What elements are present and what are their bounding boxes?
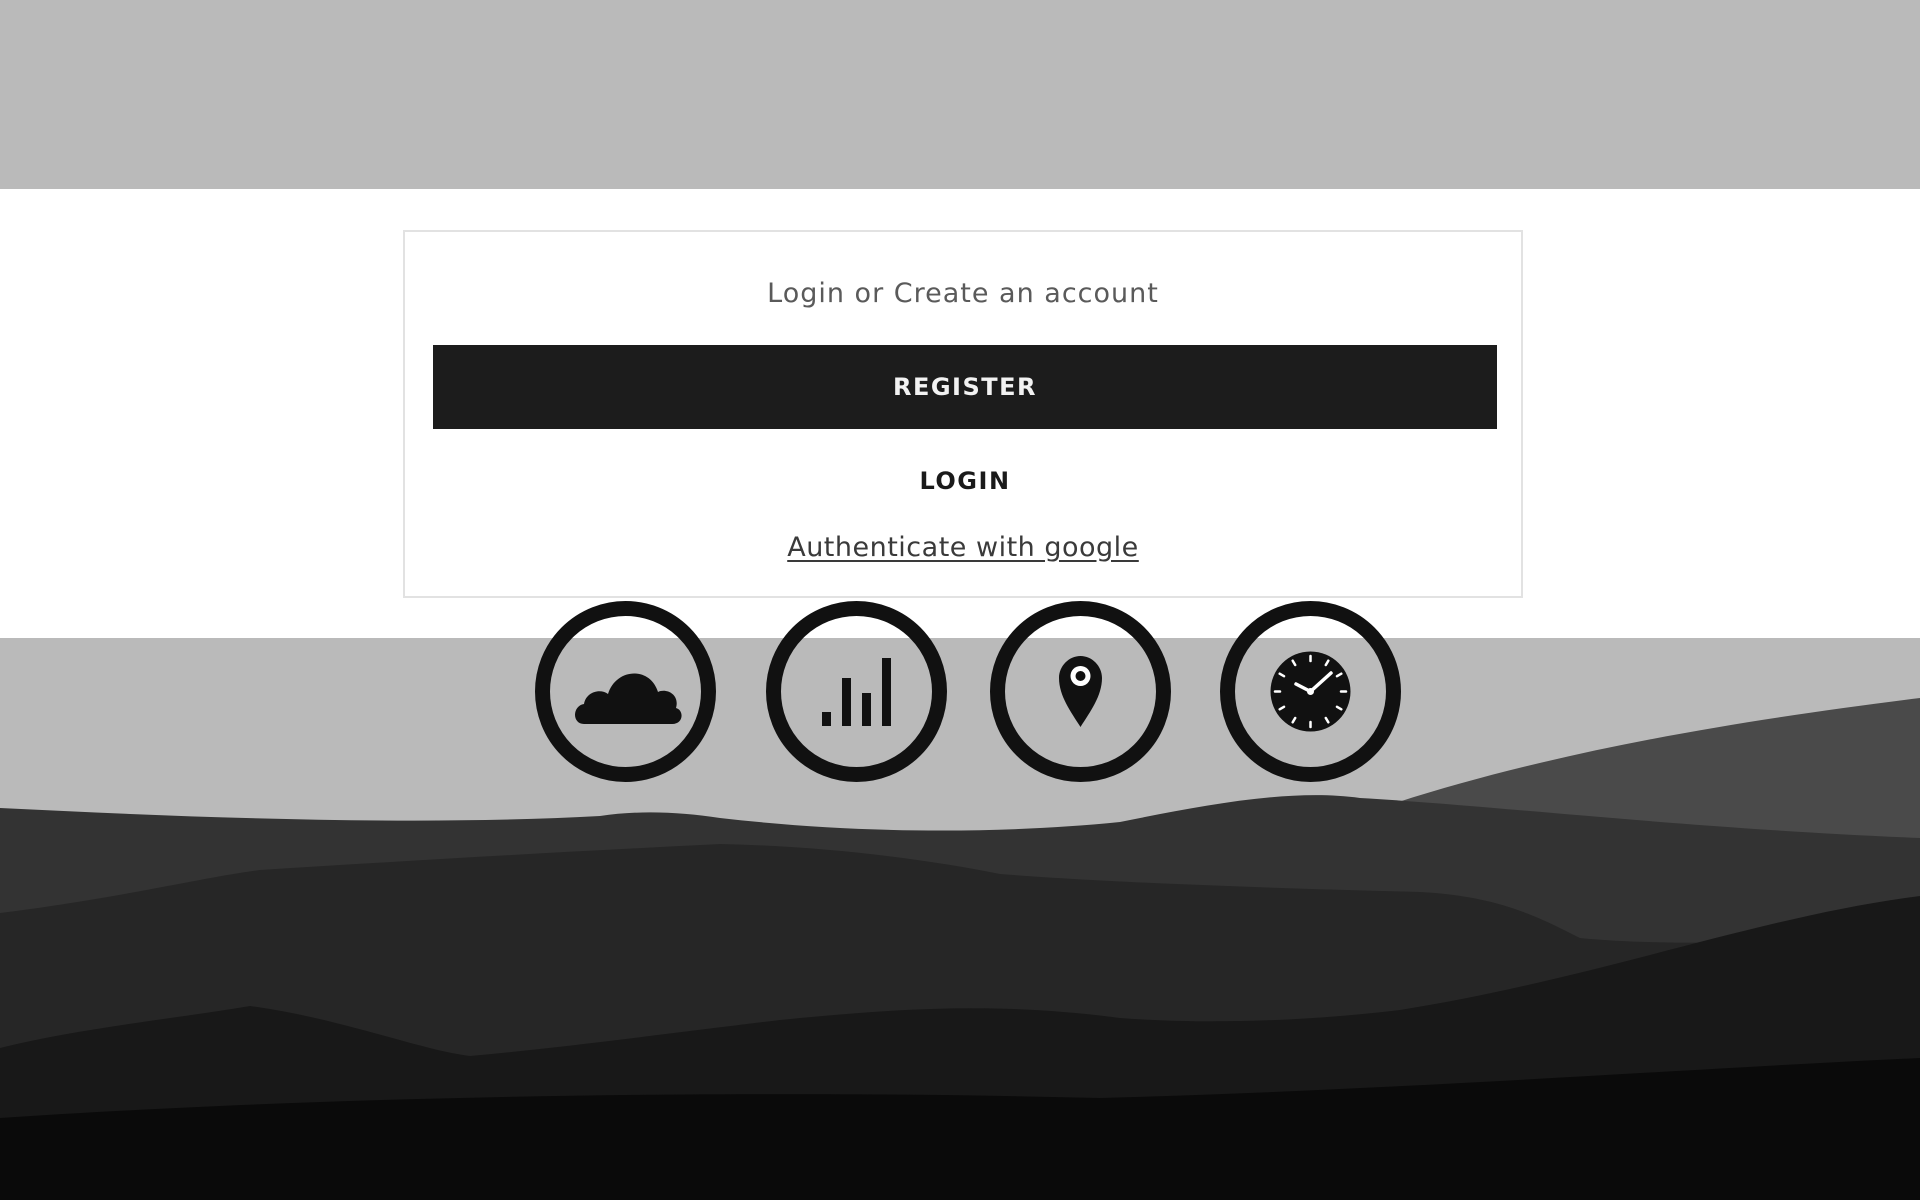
login-button[interactable]: LOGIN	[865, 458, 1065, 504]
clock-icon	[1220, 601, 1401, 782]
mountain-landscape	[0, 638, 1920, 1200]
cloud-icon	[535, 601, 716, 782]
page: Login or Create an account REGISTER LOGI…	[0, 0, 1920, 1200]
stats-button[interactable]	[765, 600, 948, 783]
map-pin-icon	[990, 601, 1171, 782]
register-button[interactable]: REGISTER	[433, 345, 1497, 429]
signal-bars-icon	[766, 601, 947, 782]
auth-heading: Login or Create an account	[767, 278, 1159, 309]
location-button[interactable]	[989, 600, 1172, 783]
google-auth-row: Authenticate with google	[405, 532, 1521, 563]
cloud-button[interactable]	[534, 600, 717, 783]
auth-card: Login or Create an account REGISTER LOGI…	[403, 230, 1523, 598]
top-band	[0, 0, 1920, 189]
clock-button[interactable]	[1219, 600, 1402, 783]
google-auth-link[interactable]: Authenticate with google	[787, 532, 1139, 563]
